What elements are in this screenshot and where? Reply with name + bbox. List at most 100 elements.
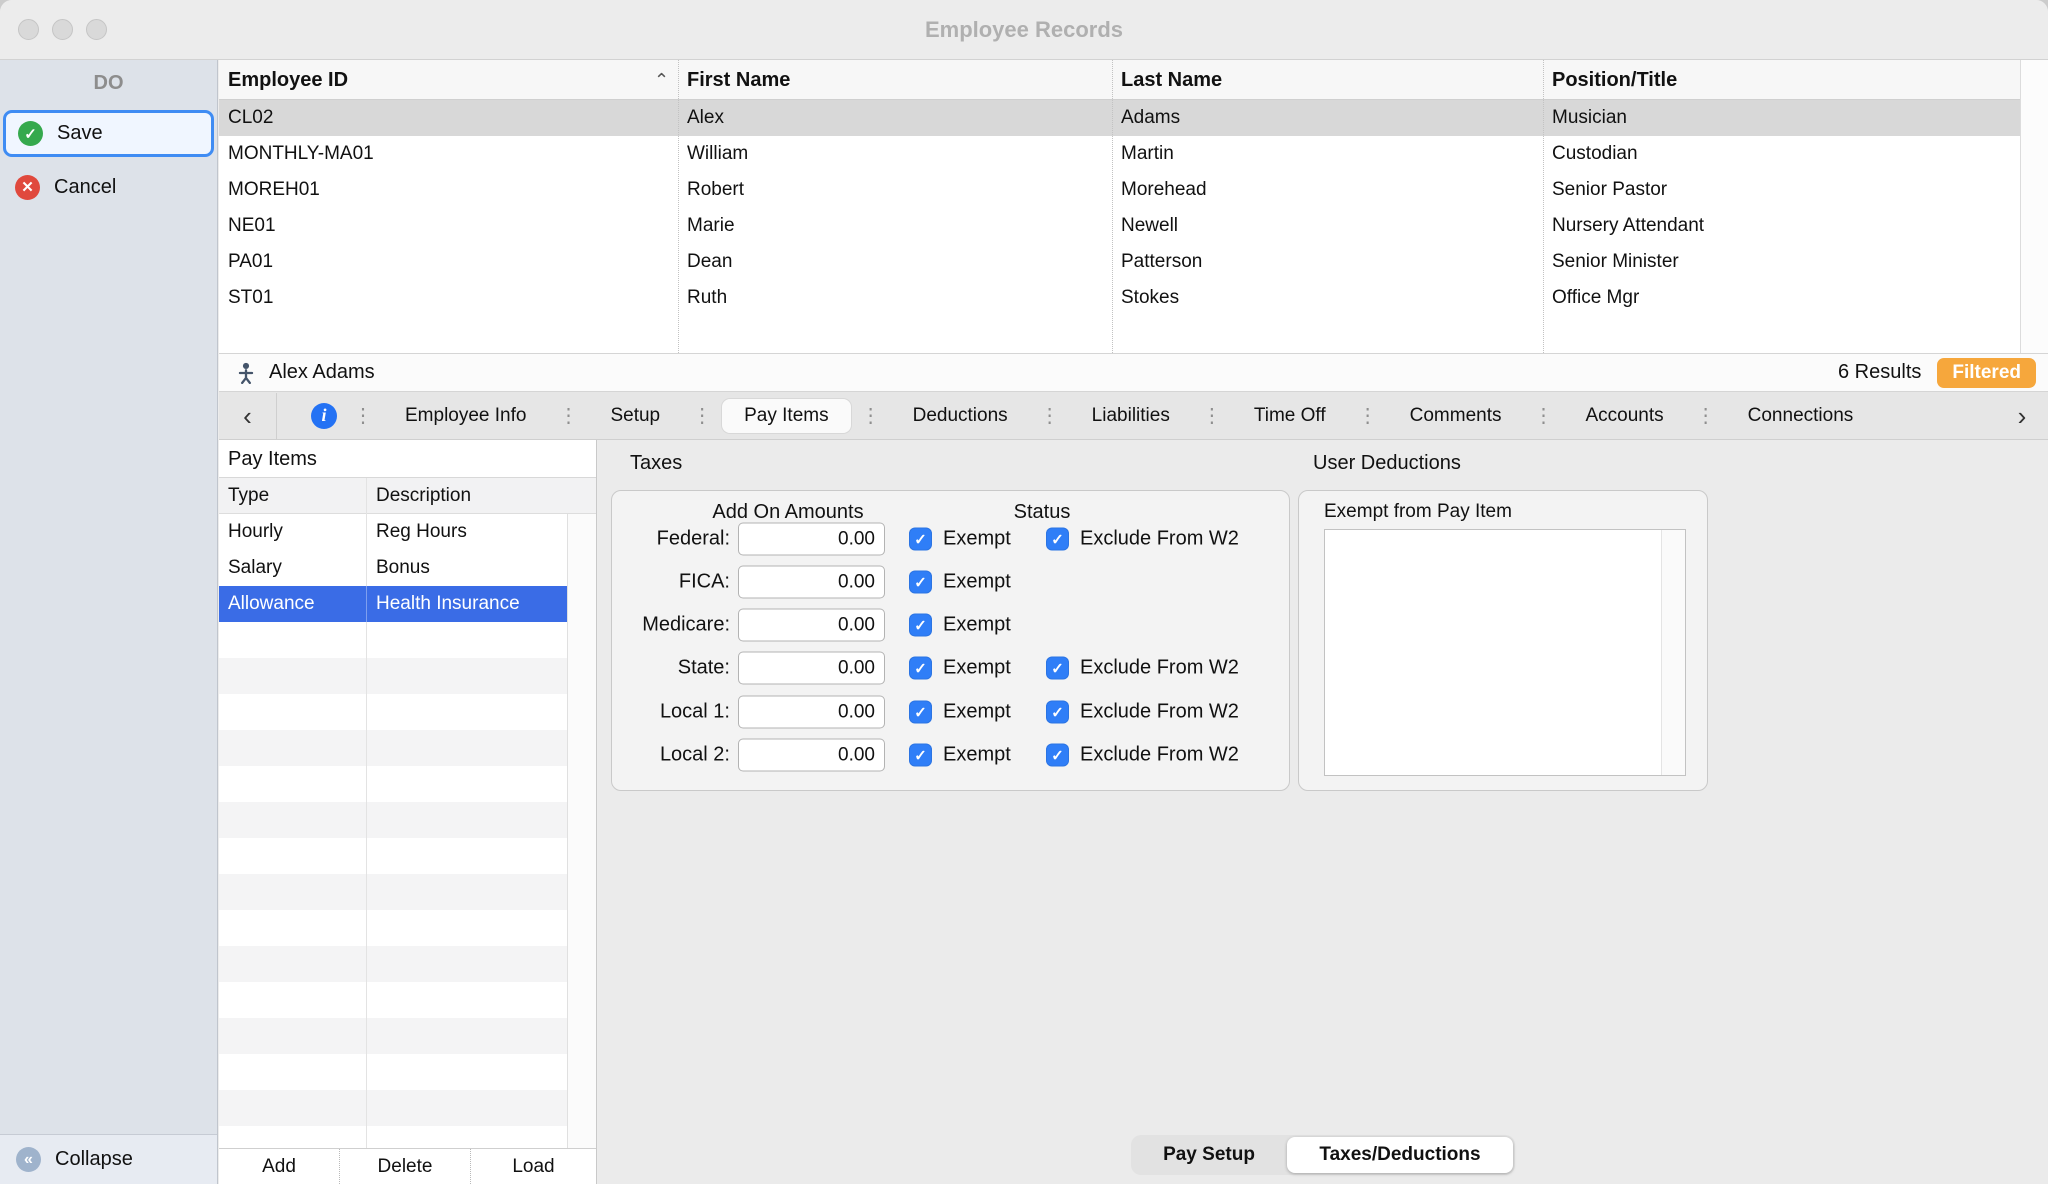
federal-exempt-checkbox[interactable]: ✓ [909, 528, 932, 551]
local2-label: Local 2: [612, 744, 730, 767]
tabs-scroll-left-button[interactable]: ‹ [219, 393, 277, 439]
state-exclude-w2-checkbox[interactable]: ✓ [1046, 657, 1069, 680]
medicare-amount-input[interactable] [738, 609, 885, 642]
local2-exempt-checkbox[interactable]: ✓ [909, 744, 932, 767]
add-pay-item-button[interactable]: Add [219, 1149, 339, 1184]
employee-row-moreh01[interactable]: MOREH01Robert MoreheadSenior Pastor [219, 172, 2048, 208]
tab-menu-dots-icon[interactable]: ⋮ [1523, 403, 1563, 428]
empty-row [219, 802, 568, 838]
taxes-deductions-segment[interactable]: Taxes/Deductions [1287, 1137, 1513, 1173]
fica-exempt-checkbox[interactable]: ✓ [909, 571, 932, 594]
tab-menu-dots-icon[interactable]: ⋮ [343, 403, 383, 428]
empty-row [219, 910, 568, 946]
save-button[interactable]: ✓ Save [3, 110, 214, 157]
taxes-group-label: Taxes [630, 452, 682, 475]
tab-menu-dots-icon[interactable]: ⋮ [851, 403, 891, 428]
minimize-window-button[interactable] [52, 19, 73, 40]
exclude-w2-label: Exclude From W2 [1080, 701, 1239, 724]
save-label: Save [57, 122, 103, 145]
employee-row-monthly-ma01[interactable]: MONTHLY-MA01William MartinCustodian [219, 136, 2048, 172]
tax-row-fica: FICA: ✓ Exempt [612, 564, 1289, 600]
person-icon [235, 362, 257, 384]
taxes-group-box: Add On Amounts Status Federal: ✓ Exempt … [611, 490, 1290, 791]
tab-deductions[interactable]: Deductions [891, 399, 1030, 433]
close-window-button[interactable] [18, 19, 39, 40]
column-header-first-name[interactable]: First Name [678, 60, 1112, 100]
zoom-window-button[interactable] [86, 19, 107, 40]
tab-menu-dots-icon[interactable]: ⋮ [1030, 403, 1070, 428]
column-header-type[interactable]: Type [219, 478, 366, 514]
tax-row-medicare: Medicare: ✓ Exempt [612, 607, 1289, 643]
state-amount-input[interactable] [738, 652, 885, 685]
pay-items-panel: Pay Items Type Description Hourly Reg Ho… [219, 440, 597, 1184]
tab-menu-dots-icon[interactable]: ⋮ [548, 403, 588, 428]
employee-list: Employee ID ⌃ First Name Last Name Posit… [219, 60, 2048, 353]
local1-exclude-w2-checkbox[interactable]: ✓ [1046, 701, 1069, 724]
employee-row-pa01[interactable]: PA01Dean PattersonSenior Minister [219, 244, 2048, 280]
delete-pay-item-button[interactable]: Delete [339, 1149, 470, 1184]
filtered-badge[interactable]: Filtered [1937, 358, 2036, 388]
empty-row [219, 766, 568, 802]
deductions-list-scrollbar[interactable] [1661, 530, 1685, 775]
tab-time-off[interactable]: Time Off [1232, 399, 1348, 433]
current-record-name: Alex Adams [269, 361, 375, 384]
empty-row [219, 982, 568, 1018]
tab-accounts[interactable]: Accounts [1563, 399, 1685, 433]
exempt-from-pay-item-list[interactable] [1324, 529, 1686, 776]
tab-setup[interactable]: Setup [588, 399, 682, 433]
medicare-label: Medicare: [612, 614, 730, 637]
tab-liabilities[interactable]: Liabilities [1070, 399, 1192, 433]
federal-exclude-w2-checkbox[interactable]: ✓ [1046, 528, 1069, 551]
collapse-sidebar-button[interactable]: « Collapse [0, 1134, 217, 1184]
employee-row-st01[interactable]: ST01Ruth StokesOffice Mgr [219, 280, 2048, 316]
column-header-position-title[interactable]: Position/Title [1543, 60, 2048, 100]
sort-ascending-icon: ⌃ [654, 60, 669, 100]
pay-setup-segment[interactable]: Pay Setup [1133, 1137, 1285, 1173]
tabs-scroll-right-button[interactable]: › [1996, 393, 2048, 439]
empty-row [219, 1090, 568, 1126]
tax-row-local1: Local 1: ✓ Exempt ✓ Exclude From W2 [612, 694, 1289, 730]
empty-row [219, 658, 568, 694]
employee-records-window: Employee Records DO ✓ Save ✕ Cancel « Co… [0, 0, 2048, 1184]
pay-items-scrollbar[interactable] [567, 514, 596, 1148]
local2-exclude-w2-checkbox[interactable]: ✓ [1046, 744, 1069, 767]
local1-exempt-checkbox[interactable]: ✓ [909, 701, 932, 724]
medicare-exempt-checkbox[interactable]: ✓ [909, 614, 932, 637]
exempt-label: Exempt [943, 614, 1011, 637]
info-tab[interactable]: i [277, 403, 343, 429]
tab-menu-dots-icon[interactable]: ⋮ [1686, 403, 1726, 428]
pay-items-rows: Hourly Reg Hours Salary Bonus Allowance … [219, 514, 568, 1148]
tab-connections[interactable]: Connections [1726, 399, 1876, 433]
exempt-label: Exempt [943, 528, 1011, 551]
tab-pay-items[interactable]: Pay Items [722, 399, 850, 433]
tax-row-state: State: ✓ Exempt ✓ Exclude From W2 [612, 650, 1289, 686]
column-header-description[interactable]: Description [366, 478, 596, 514]
tab-menu-dots-icon[interactable]: ⋮ [1348, 403, 1388, 428]
column-header-last-name[interactable]: Last Name [1112, 60, 1543, 100]
tab-menu-dots-icon[interactable]: ⋮ [1192, 403, 1232, 428]
tab-menu-dots-icon[interactable]: ⋮ [682, 403, 722, 428]
pay-item-row-salary[interactable]: Salary Bonus [219, 550, 568, 586]
column-divider [678, 60, 679, 353]
tab-employee-info[interactable]: Employee Info [383, 399, 548, 433]
pay-item-row-allowance[interactable]: Allowance Health Insurance [219, 586, 568, 622]
empty-row [219, 946, 568, 982]
load-pay-item-button[interactable]: Load [470, 1149, 596, 1184]
local2-amount-input[interactable] [738, 739, 885, 772]
do-header: DO [0, 72, 217, 95]
employee-row-cl02[interactable]: CL02Alex AdamsMusician [219, 100, 2048, 136]
pay-item-row-hourly[interactable]: Hourly Reg Hours [219, 514, 568, 550]
employee-list-scrollbar[interactable] [2020, 60, 2048, 353]
local1-amount-input[interactable] [738, 696, 885, 729]
state-exempt-checkbox[interactable]: ✓ [909, 657, 932, 680]
record-tab-bar: ‹ i ⋮ Employee Info ⋮ Setup ⋮ Pay Items … [219, 392, 2048, 440]
federal-label: Federal: [612, 528, 730, 551]
cancel-button[interactable]: ✕ Cancel [3, 165, 214, 209]
tab-comments[interactable]: Comments [1388, 399, 1524, 433]
exempt-from-pay-item-label: Exempt from Pay Item [1324, 501, 1512, 523]
column-header-employee-id[interactable]: Employee ID ⌃ [219, 60, 678, 100]
fica-amount-input[interactable] [738, 566, 885, 599]
save-check-icon: ✓ [18, 121, 43, 146]
federal-amount-input[interactable] [738, 523, 885, 556]
employee-row-ne01[interactable]: NE01Marie NewellNursery Attendant [219, 208, 2048, 244]
